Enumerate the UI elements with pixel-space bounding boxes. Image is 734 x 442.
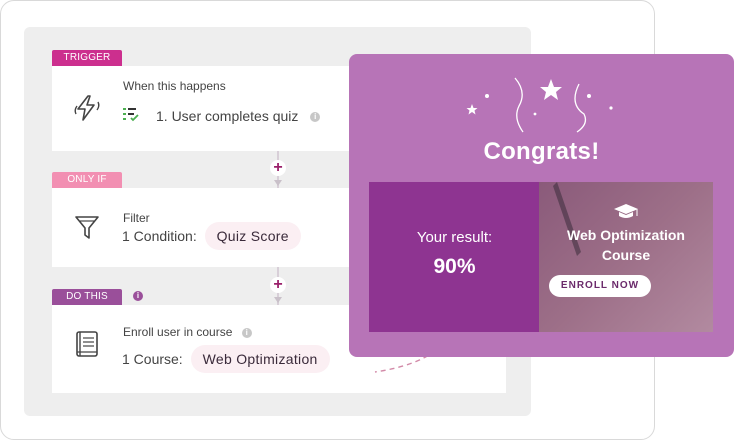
course-box: Web Optimization Course ENROLL NOW xyxy=(539,182,713,332)
info-icon[interactable]: i xyxy=(133,291,143,301)
result-box: Your result: 90% xyxy=(369,182,540,332)
enroll-now-button[interactable]: ENROLL NOW xyxy=(549,275,651,297)
info-icon[interactable]: i xyxy=(241,327,252,338)
enroll-title-text: Enroll user in course xyxy=(123,325,233,339)
arrow-down-icon xyxy=(274,180,282,186)
filter-icon xyxy=(75,216,99,239)
lightning-icon xyxy=(74,95,100,121)
quiz-score-pill[interactable]: Quiz Score xyxy=(204,222,301,250)
confetti-icon xyxy=(466,77,613,133)
result-label: Your result: xyxy=(416,229,493,246)
course-title-line1: Web Optimization xyxy=(567,227,685,243)
condition-count: 1 Condition: xyxy=(122,228,197,244)
enroll-detail: 1 Course: Web Optimization xyxy=(122,345,330,373)
add-step-icon[interactable]: + xyxy=(270,277,286,293)
course-title-line2: Course xyxy=(601,247,651,263)
trigger-detail-text: 1. User completes quiz xyxy=(156,108,299,124)
course-title: Web Optimization Course xyxy=(539,225,713,265)
arrow-down-icon xyxy=(274,297,282,303)
onlyif-tag: ONLY IF xyxy=(52,172,122,188)
trigger-title: When this happens xyxy=(123,79,226,93)
course-pill[interactable]: Web Optimization xyxy=(190,345,330,373)
book-icon xyxy=(76,331,98,357)
info-icon[interactable]: i xyxy=(310,112,321,123)
congrats-card: Congrats! Your result: 90% Web Optimizat… xyxy=(349,54,734,357)
trigger-detail: 1. User completes quiz i xyxy=(156,108,321,124)
course-count: 1 Course: xyxy=(122,351,183,367)
congrats-title: Congrats! xyxy=(483,138,600,165)
dothis-tag: DO THIS xyxy=(52,289,122,305)
trigger-tag: TRIGGER xyxy=(52,50,122,66)
add-step-icon[interactable]: + xyxy=(270,160,286,176)
enroll-title: Enroll user in course i xyxy=(123,325,252,339)
graduation-cap-icon xyxy=(614,204,638,218)
filter-detail: 1 Condition: Quiz Score xyxy=(122,222,301,250)
quiz-list-icon xyxy=(123,108,139,122)
result-value: 90% xyxy=(433,255,476,278)
